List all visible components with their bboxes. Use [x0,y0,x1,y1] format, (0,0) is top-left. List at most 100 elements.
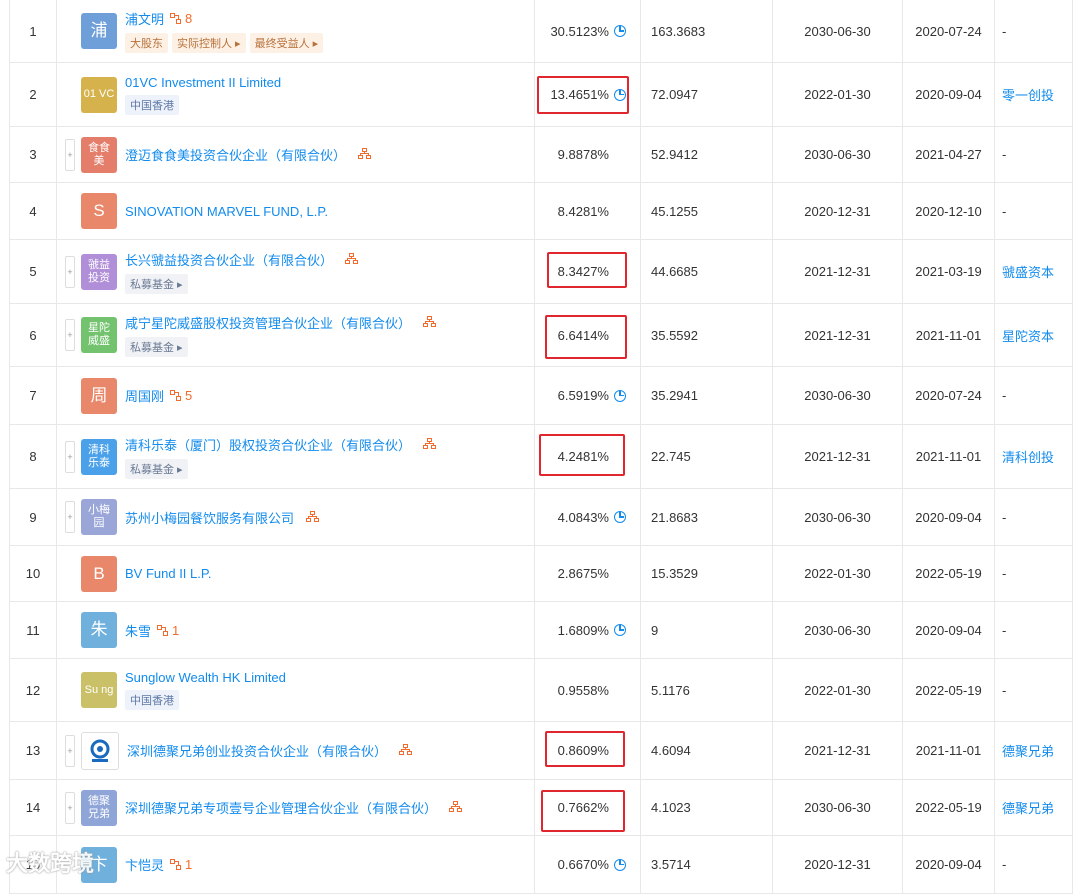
ratio-value: 4.0843% [557,509,609,525]
company-logo: B [81,555,117,592]
expand-toggle[interactable]: + [65,501,75,533]
tag-list: 私募基金 ▸ [125,273,358,294]
shareholder-name-link[interactable]: BV Fund II L.P. [125,566,211,581]
related-brand: - [1002,509,1007,525]
tag[interactable]: 私募基金 ▸ [125,458,188,479]
shareholder-name-link[interactable]: 长兴虢益投资合伙企业（有限合伙） [125,250,333,269]
related-brand[interactable]: 德聚兄弟 [995,780,1072,835]
shareholder-name-link[interactable]: 咸宁星陀威盛股权投资管理合伙企业（有限合伙） [125,313,411,332]
shareholder-name-link[interactable]: 周国刚 [125,386,164,405]
table-row: 10 B BV Fund II L.P. 2.8675% 15.3529 2022-01-… [10,546,1072,602]
related-count[interactable]: 1 [170,857,192,872]
equity-tree-icon[interactable] [346,147,372,162]
tag[interactable]: 私募基金 ▸ [125,337,188,357]
row-index: 12 [10,659,57,721]
expand-toggle[interactable]: + [65,440,75,473]
shareholding-ratio: 2.8675% [535,546,641,601]
shareholder-table: 1 浦浦文明 8 大股东 实际控制人 ▸ 最终受益人 ▸ 30.5123% 163.3683 2… [9,0,1073,894]
name-line: 深圳德聚兄弟创业投资合伙企业（有限合伙） [127,741,413,760]
subscription-date: 2030-06-30 [773,127,903,182]
shareholder-cell: 01 VC 01VC Investment II Limited 中国香港 [57,63,535,126]
first-holding-date: 2020-07-24 [903,0,995,62]
row-index: 1 [10,0,57,62]
expand-toggle[interactable]: + [65,255,75,288]
tag[interactable]: 大股东 [125,33,168,53]
pie-chart-icon[interactable] [614,511,626,523]
related-brand[interactable]: 虢盛资本 [995,240,1072,303]
table-row: 7 周周国刚 5 6.5919% 35.2941 2030-06-30 2020-07-24… [10,367,1072,425]
shareholder-name-link[interactable]: 澄迈食食美投资合伙企业（有限合伙） [125,145,346,164]
tag[interactable]: 最终受益人 ▸ [249,33,324,53]
subscribed-amount: 52.9412 [641,127,773,182]
shareholder-name-link[interactable]: 深圳德聚兄弟专项壹号企业管理合伙企业（有限合伙） [125,798,437,817]
company-logo: Su ng [81,672,117,708]
pie-chart-icon[interactable] [614,389,626,402]
shareholder-cell: + 清科 乐泰 清科乐泰（厦门）股权投资合伙企业（有限合伙） 私募基金 ▸ [57,425,535,488]
name-line: BV Fund II L.P. [125,566,211,581]
expand-toggle [65,15,75,47]
expand-toggle[interactable]: + [65,319,75,351]
shareholding-ratio: 8.4281% [535,183,641,239]
equity-tree-icon[interactable] [294,510,320,525]
shareholding-ratio: 1.6809% [535,602,641,658]
table-row: 15 卞卞恺灵 1 0.6670% 3.5714 2020-12-31 2020-09-04… [10,836,1072,894]
subscription-date: 2021-12-31 [773,425,903,488]
shareholder-cell: 朱朱雪 1 [57,602,535,658]
name-line: 01VC Investment II Limited [125,75,281,90]
shareholder-name-link[interactable]: 清科乐泰（厦门）股权投资合伙企业（有限合伙） [125,435,411,454]
related-count[interactable]: 8 [170,11,192,26]
shareholder-cell: + 食食 美澄迈食食美投资合伙企业（有限合伙） [57,127,535,182]
related-count[interactable]: 1 [157,623,179,638]
pie-chart-icon[interactable] [614,624,626,636]
equity-tree-icon[interactable] [333,252,359,267]
tag[interactable]: 中国香港 [125,690,179,710]
equity-tree-icon[interactable] [411,437,437,452]
name-box: 长兴虢益投资合伙企业（有限合伙） 私募基金 ▸ [125,250,359,294]
related-brand[interactable]: 星陀资本 [995,304,1072,366]
shareholder-name-link[interactable]: SINOVATION MARVEL FUND, L.P. [125,204,328,219]
row-index: 5 [10,240,57,303]
table-row: 12 Su ng Sunglow Wealth HK Limited 中国香港 0.95… [10,659,1072,722]
shareholder-name-link[interactable]: Sunglow Wealth HK Limited [125,670,286,685]
table-row: 5 + 虢益 投资 长兴虢益投资合伙企业（有限合伙） 私募基金 ▸ 8.3427% 44.6… [10,240,1072,304]
related-count[interactable]: 5 [170,388,192,403]
expand-toggle[interactable]: + [65,791,75,824]
shareholder-name-link[interactable]: 朱雪 [125,621,151,640]
tag-list: 私募基金 ▸ [125,458,436,479]
company-logo: 清科 乐泰 [81,438,117,475]
company-logo: S [81,193,117,229]
company-logo: 星陀 威盛 [81,317,117,353]
related-brand[interactable]: 德聚兄弟 [995,722,1072,779]
name-line: 苏州小梅园餐饮服务有限公司 [125,508,320,527]
ratio-value: 8.4281% [557,203,609,219]
equity-tree-icon[interactable] [437,800,463,815]
expand-toggle [65,558,75,590]
tag[interactable]: 实际控制人 ▸ [172,33,246,53]
subscribed-amount: 3.5714 [641,836,773,893]
equity-tree-icon[interactable] [411,315,437,330]
shareholding-ratio: 6.6414% [535,304,641,366]
pie-chart-icon[interactable] [614,25,626,37]
tag[interactable]: 中国香港 [125,94,179,115]
shareholder-name-link[interactable]: 卞恺灵 [125,855,164,874]
shareholder-name-link[interactable]: 浦文明 [125,9,164,28]
shareholder-name-link[interactable]: 01VC Investment II Limited [125,75,281,90]
table-row: 1 浦浦文明 8 大股东 实际控制人 ▸ 最终受益人 ▸ 30.5123% 163.3683 2… [10,0,1072,63]
tag[interactable]: 私募基金 ▸ [125,273,188,294]
shareholding-ratio: 0.7662% [535,780,641,835]
expand-toggle[interactable]: + [65,138,75,171]
shareholder-name-link[interactable]: 深圳德聚兄弟创业投资合伙企业（有限合伙） [127,741,387,760]
subscribed-amount: 4.1023 [641,780,773,835]
ratio-value: 1.6809% [557,622,609,638]
equity-tree-icon[interactable] [387,743,413,758]
shareholder-name-link[interactable]: 苏州小梅园餐饮服务有限公司 [125,508,294,527]
shareholder-cell: S SINOVATION MARVEL FUND, L.P. [57,183,535,239]
related-brand[interactable]: 清科创投 [995,425,1072,488]
subscribed-amount: 9 [641,602,773,658]
ratio-value: 6.5919% [557,388,609,403]
expand-toggle[interactable]: + [65,734,75,767]
subscription-date: 2021-12-31 [773,304,903,366]
pie-chart-icon[interactable] [614,858,626,871]
shareholding-ratio: 30.5123% [535,0,641,62]
related-brand[interactable]: 零一创投 [995,63,1072,126]
